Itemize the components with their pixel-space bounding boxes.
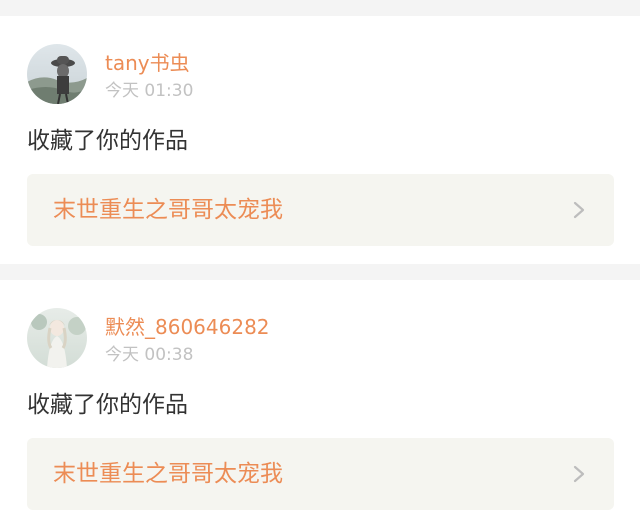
action-text: 收藏了你的作品: [27, 392, 188, 418]
work-title: 末世重生之哥哥太宠我: [53, 461, 283, 487]
chevron-right-icon: [573, 465, 585, 483]
username[interactable]: 默然_860646282: [105, 314, 270, 340]
avatar-image: [27, 44, 87, 104]
work-title: 末世重生之哥哥太宠我: [53, 197, 283, 223]
avatar[interactable]: [27, 308, 87, 368]
work-link[interactable]: 末世重生之哥哥太宠我: [27, 174, 614, 246]
avatar-image: [27, 308, 87, 368]
avatar[interactable]: [27, 44, 87, 104]
action-text: 收藏了你的作品: [27, 128, 188, 154]
notification-card: 默然_860646282 今天 00:38 收藏了你的作品 末世重生之哥哥太宠我: [0, 280, 640, 520]
timestamp: 今天 00:38: [105, 345, 194, 365]
work-link[interactable]: 末世重生之哥哥太宠我: [27, 438, 614, 510]
chevron-right-icon: [573, 201, 585, 219]
username[interactable]: tany书虫: [105, 50, 190, 76]
notification-card: tany书虫 今天 01:30 收藏了你的作品 末世重生之哥哥太宠我: [0, 16, 640, 264]
timestamp: 今天 01:30: [105, 81, 194, 101]
